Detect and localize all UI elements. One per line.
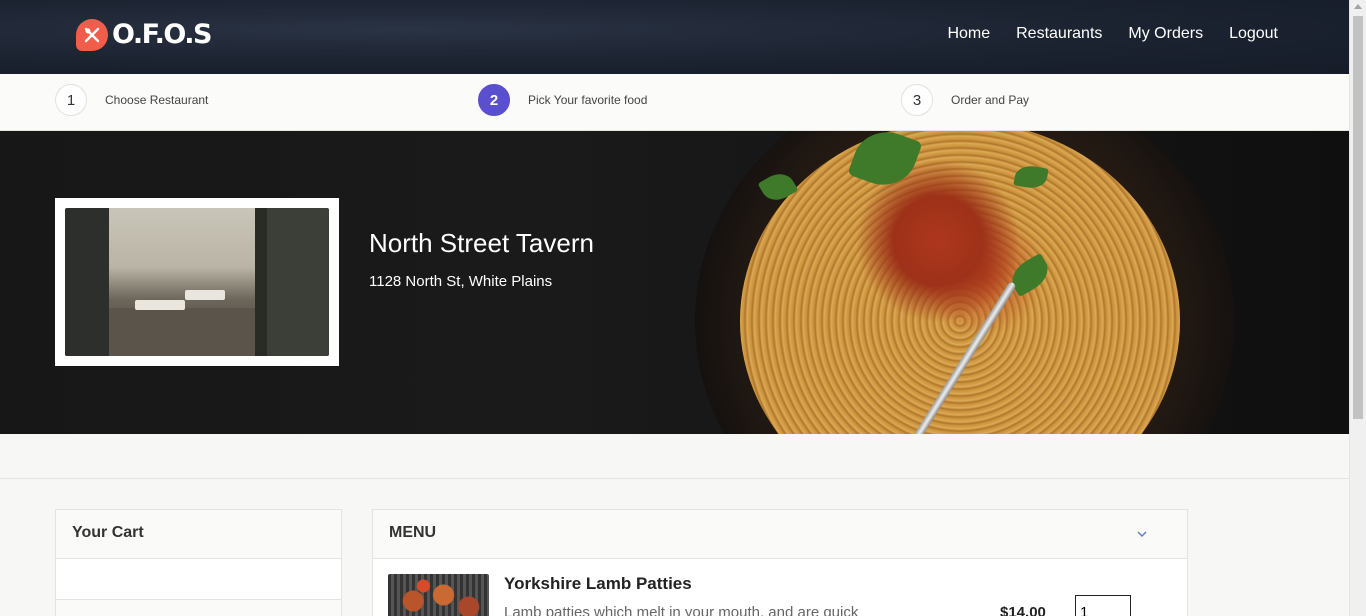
step-label: Order and Pay [951,93,1030,107]
step-number: 3 [901,84,933,116]
restaurant-name: North Street Tavern [369,228,594,258]
restaurant-address: 1128 North St, White Plains [369,273,553,290]
page-scrollbar[interactable] [1349,0,1366,616]
step-number: 1 [55,84,87,116]
logo-icon [76,19,108,51]
logo-text: O.F.O.S [112,19,212,50]
restaurant-hero: North Street Tavern 1128 North St, White… [0,131,1349,434]
cart-title: Your Cart [56,510,341,559]
menu-header[interactable]: MENU [373,510,1187,559]
scrollbar-thumb[interactable] [1353,16,1363,419]
menu-item-name: Yorkshire Lamb Patties [504,574,692,593]
menu-item-description: Lamb patties which melt in your mouth, a… [504,604,859,616]
order-steps: 1 Choose Restaurant 2 Pick Your favorite… [0,74,1349,131]
nav-logout[interactable]: Logout [1229,24,1278,44]
nav-home[interactable]: Home [947,24,990,44]
restaurant-photo [55,198,339,366]
chevron-down-icon[interactable] [1137,527,1147,541]
step-label: Choose Restaurant [105,93,209,107]
scroll-up-icon[interactable] [1354,4,1362,9]
step-pick-food: 2 Pick Your favorite food [478,84,647,116]
menu-panel: MENU Yorkshire Lamb Patties Lamb patties… [372,509,1188,616]
cart-panel: Your Cart [55,509,342,616]
cart-body [56,559,341,600]
logo[interactable]: O.F.O.S [76,19,212,51]
quantity-input[interactable] [1075,595,1131,616]
menu-item: Yorkshire Lamb Patties Lamb patties whic… [373,559,1187,616]
step-number: 2 [478,84,510,116]
step-label: Pick Your favorite food [528,93,648,107]
nav-my-orders[interactable]: My Orders [1128,24,1203,44]
top-navbar: O.F.O.S Home Restaurants My Orders Logou… [0,0,1349,74]
main-nav: Home Restaurants My Orders Logout [921,24,1278,44]
menu-item-image [388,574,489,616]
menu-item-price: $14.00 [1000,604,1046,616]
step-order-pay: 3 Order and Pay [901,84,1029,116]
step-choose-restaurant: 1 Choose Restaurant [55,84,208,116]
section-divider [0,478,1349,479]
nav-restaurants[interactable]: Restaurants [1016,24,1102,44]
menu-title: MENU [389,524,437,541]
